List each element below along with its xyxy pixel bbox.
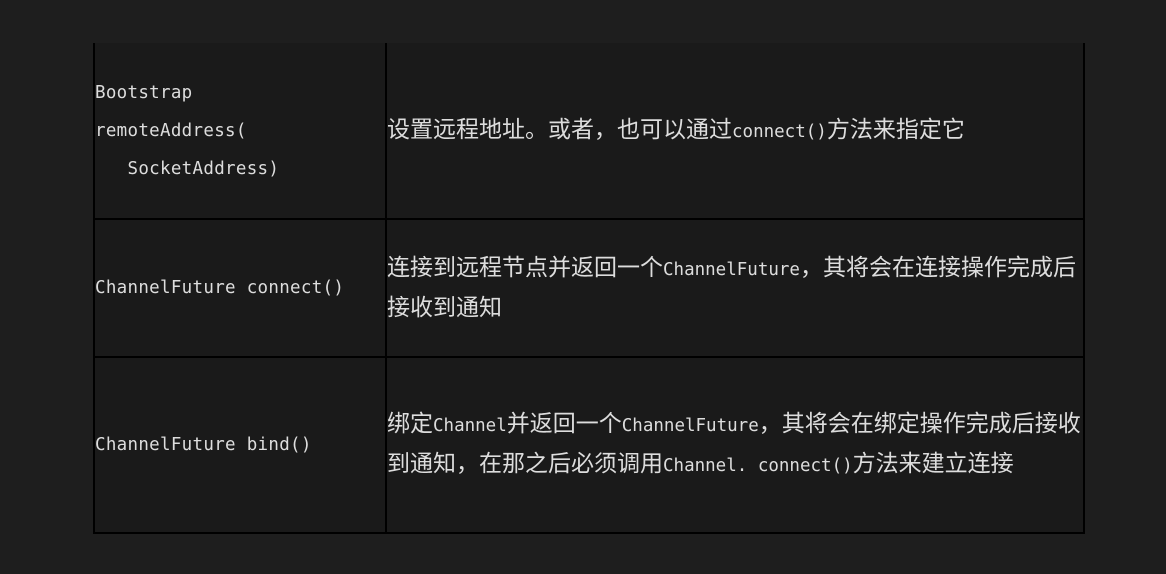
inline-code: Channel. connect()	[663, 456, 853, 476]
table-row: Bootstrap remoteAddress( SocketAddress) …	[93, 43, 1085, 220]
inline-code: ChannelFuture	[663, 260, 800, 280]
signature-line: Bootstrap	[95, 82, 193, 103]
inline-code: ChannelFuture	[621, 416, 759, 436]
description-text: 并返回一个	[506, 411, 622, 437]
inline-code: connect()	[732, 121, 827, 142]
method-signature-cell: ChannelFuture bind()	[93, 356, 387, 534]
method-description-cell: 绑定Channel并返回一个ChannelFuture，其将会在绑定操作完成后接…	[385, 356, 1085, 534]
table-row: ChannelFuture connect() 连接到远程节点并返回一个Chan…	[93, 218, 1085, 358]
page: Bootstrap remoteAddress( SocketAddress) …	[0, 0, 1166, 574]
method-description-cell: 设置远程地址。或者，也可以通过connect()方法来指定它	[385, 43, 1085, 220]
inline-code: Channel	[433, 416, 507, 436]
signature-line: ChannelFuture connect()	[95, 278, 345, 298]
table-row: ChannelFuture bind() 绑定Channel并返回一个Chann…	[93, 356, 1085, 534]
method-signature-cell: Bootstrap remoteAddress( SocketAddress)	[93, 43, 387, 220]
method-description-cell: 连接到远程节点并返回一个ChannelFuture，其将会在连接操作完成后接收到…	[385, 218, 1085, 358]
description-text: 方法来指定它	[826, 116, 965, 143]
description-text: 绑定	[387, 411, 433, 437]
description-text: 方法来建立连接	[852, 451, 1014, 477]
signature-line: remoteAddress(	[95, 120, 247, 141]
signature-line: ChannelFuture bind()	[95, 435, 312, 455]
description-text: 连接到远程节点并返回一个	[387, 255, 663, 281]
signature-line: SocketAddress)	[95, 158, 280, 179]
api-table: Bootstrap remoteAddress( SocketAddress) …	[93, 43, 1085, 534]
description-text: 设置远程地址。或者，也可以通过	[387, 116, 732, 143]
method-signature-cell: ChannelFuture connect()	[93, 218, 387, 358]
